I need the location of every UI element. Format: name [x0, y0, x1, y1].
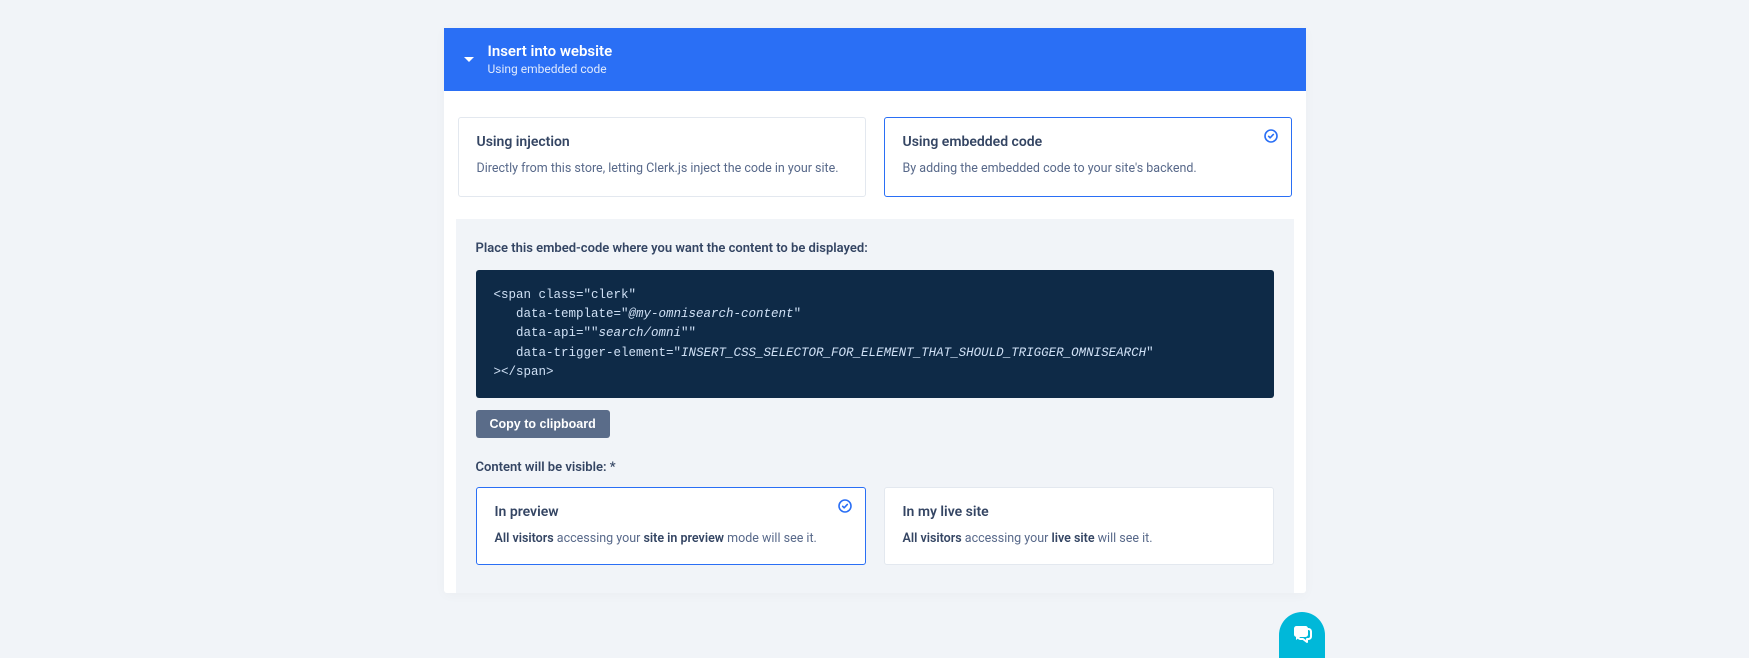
visibility-option-title: In preview [495, 504, 847, 520]
visibility-option-desc: All visitors accessing your live site wi… [903, 530, 1255, 548]
selected-check-icon [1263, 128, 1279, 144]
panel-body: Using injection Directly from this store… [444, 91, 1306, 593]
chat-icon [1290, 623, 1314, 647]
visibility-option-title: In my live site [903, 504, 1255, 520]
panel-subtitle: Using embedded code [488, 62, 613, 78]
code-line: "" [681, 326, 696, 340]
bold-text: live site [1051, 531, 1094, 546]
bold-text: site in preview [643, 531, 724, 546]
insert-into-website-panel: Insert into website Using embedded code … [444, 28, 1306, 593]
bold-text: All visitors [495, 531, 554, 546]
text: accessing your [554, 531, 644, 546]
visibility-options: In preview All visitors accessing your s… [476, 487, 1274, 565]
bold-text: All visitors [903, 531, 962, 546]
panel-collapse-toggle[interactable] [464, 57, 474, 62]
code-api-value: search/omni [599, 326, 682, 340]
visibility-option-desc: All visitors accessing your site in prev… [495, 530, 847, 548]
code-template-value: @my-omnisearch-content [629, 307, 794, 321]
code-line: data-template=" [494, 307, 629, 321]
embed-label: Place this embed-code where you want the… [476, 241, 1274, 256]
visibility-option-live[interactable]: In my live site All visitors accessing y… [884, 487, 1274, 565]
text: will see it. [1095, 531, 1153, 546]
text: accessing your [962, 531, 1052, 546]
visibility-label: Content will be visible: * [476, 460, 1274, 475]
code-line: " [794, 307, 802, 321]
code-line: " [1146, 346, 1154, 360]
method-options: Using injection Directly from this store… [456, 117, 1294, 197]
panel-header: Insert into website Using embedded code [444, 28, 1306, 91]
method-option-title: Using injection [477, 134, 847, 150]
visibility-option-preview[interactable]: In preview All visitors accessing your s… [476, 487, 866, 565]
code-line: ></span> [494, 365, 554, 379]
method-option-desc: By adding the embedded code to your site… [903, 160, 1273, 178]
code-line: <span class="clerk" [494, 288, 637, 302]
embed-section: Place this embed-code where you want the… [456, 219, 1294, 593]
selected-check-icon [837, 498, 853, 514]
panel-header-texts: Insert into website Using embedded code [488, 42, 613, 77]
method-option-embedded[interactable]: Using embedded code By adding the embedd… [884, 117, 1292, 197]
method-option-desc: Directly from this store, letting Clerk.… [477, 160, 847, 178]
copy-to-clipboard-button[interactable]: Copy to clipboard [476, 410, 610, 438]
method-option-injection[interactable]: Using injection Directly from this store… [458, 117, 866, 197]
code-line: data-api="" [494, 326, 599, 340]
method-option-title: Using embedded code [903, 134, 1273, 150]
embed-code-block[interactable]: <span class="clerk" data-template="@my-o… [476, 270, 1274, 399]
panel-title: Insert into website [488, 42, 613, 62]
text: mode will see it. [724, 531, 817, 546]
code-line: data-trigger-element=" [494, 346, 682, 360]
code-trigger-value: INSERT_CSS_SELECTOR_FOR_ELEMENT_THAT_SHO… [681, 346, 1146, 360]
chat-widget-button[interactable] [1279, 612, 1325, 658]
